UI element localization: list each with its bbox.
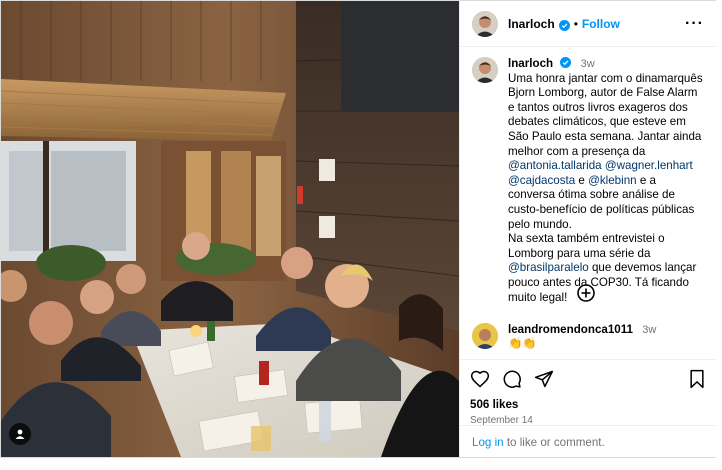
caption-mention-link[interactable]: @brasilparalelo bbox=[508, 261, 589, 274]
post-header: lnarloch • Follow ··· bbox=[460, 1, 716, 47]
caption-text-segment: Na sexta também entrevistei o Lomborg pa… bbox=[508, 232, 665, 260]
photo-illustration bbox=[1, 1, 459, 457]
post-author-username[interactable]: lnarloch bbox=[508, 17, 555, 31]
caption-mention-link[interactable]: @cajdacosta bbox=[508, 174, 575, 187]
login-prompt-text: to like or comment. bbox=[503, 436, 605, 449]
caption-body: lnarloch 3w Uma honra jantar com o dinam… bbox=[508, 57, 704, 305]
caption-mention-link[interactable]: @wagner.lenhart bbox=[605, 159, 693, 172]
add-comment-icon[interactable] bbox=[577, 284, 595, 302]
caption-mention-link[interactable]: @klebinn bbox=[588, 174, 637, 187]
post-dialog: lnarloch • Follow ··· lnarloch 3w Uma ho… bbox=[0, 0, 716, 458]
caption-text-second: Na sexta também entrevistei o Lomborg pa… bbox=[508, 232, 696, 303]
caption-text-segment: e bbox=[575, 173, 589, 187]
likes-count[interactable]: 506 likes bbox=[470, 398, 706, 411]
comment-item: leandromendonca1011 3w 👏👏 bbox=[472, 323, 656, 351]
comment-time: 3w bbox=[642, 324, 657, 336]
comment-text: 👏👏 bbox=[508, 337, 537, 350]
caption-text-segment: Uma honra jantar com o dinamarquês Bjorn… bbox=[508, 71, 703, 158]
action-icons bbox=[470, 366, 706, 392]
comment-body: leandromendonca1011 3w 👏👏 bbox=[508, 323, 656, 351]
more-options-icon[interactable]: ··· bbox=[685, 15, 704, 32]
comment-icon[interactable] bbox=[502, 369, 522, 389]
caption-avatar[interactable] bbox=[472, 57, 498, 83]
post-photo[interactable] bbox=[1, 1, 459, 457]
caption-text: Uma honra jantar com o dinamarquês Bjorn… bbox=[508, 72, 703, 231]
user-tag-icon[interactable] bbox=[9, 423, 31, 445]
post-caption: lnarloch 3w Uma honra jantar com o dinam… bbox=[460, 47, 716, 305]
login-prompt: Log in to like or comment. bbox=[460, 425, 716, 459]
heart-icon[interactable] bbox=[470, 369, 490, 389]
commenter-avatar[interactable] bbox=[472, 323, 498, 349]
commenter-username[interactable]: leandromendonca1011 bbox=[508, 323, 633, 336]
share-icon[interactable] bbox=[534, 369, 554, 389]
login-link[interactable]: Log in bbox=[472, 436, 504, 449]
caption-mention-link[interactable]: @antonia.tallarida bbox=[508, 159, 602, 172]
post-sidebar: lnarloch • Follow ··· lnarloch 3w Uma ho… bbox=[459, 1, 716, 457]
caption-username[interactable]: lnarloch bbox=[508, 57, 553, 70]
verified-icon bbox=[560, 57, 572, 68]
follow-button[interactable]: Follow bbox=[582, 17, 620, 31]
separator-dot: • bbox=[573, 16, 578, 31]
avatar[interactable] bbox=[472, 10, 498, 37]
bookmark-icon[interactable] bbox=[688, 369, 706, 389]
verified-icon bbox=[558, 18, 570, 31]
caption-time: 3w bbox=[580, 58, 595, 70]
